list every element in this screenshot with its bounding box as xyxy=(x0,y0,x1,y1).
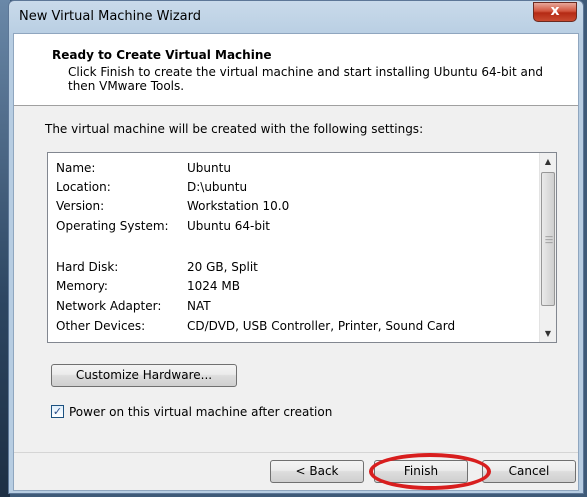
back-button[interactable]: < Back xyxy=(270,460,364,483)
title-bar: New Virtual Machine Wizard x xyxy=(9,1,583,33)
scroll-up-icon[interactable]: ▲ xyxy=(540,153,556,170)
settings-value: NAT xyxy=(187,299,211,313)
settings-key: Other Devices: xyxy=(56,319,146,333)
wizard-window: New Virtual Machine Wizard x Ready to Cr… xyxy=(8,0,584,494)
settings-key: Location: xyxy=(56,180,111,194)
settings-key: Hard Disk: xyxy=(56,260,119,274)
scroll-down-icon[interactable]: ▼ xyxy=(540,325,556,342)
wizard-client-area: Ready to Create Virtual Machine Click Fi… xyxy=(13,33,579,491)
close-icon: x xyxy=(550,3,560,19)
scroll-thumb[interactable]: — — — xyxy=(541,172,555,306)
settings-value: Ubuntu 64-bit xyxy=(187,219,270,233)
settings-value: Ubuntu xyxy=(187,161,231,175)
wizard-header: Ready to Create Virtual Machine Click Fi… xyxy=(14,34,578,106)
settings-key: Memory: xyxy=(56,279,108,293)
settings-value: 20 GB, Split xyxy=(187,260,258,274)
settings-key: Operating System: xyxy=(56,219,169,233)
grip-icon: — — — xyxy=(545,232,553,247)
customize-hardware-button[interactable]: Customize Hardware... xyxy=(51,364,237,387)
page-subtitle: Click Finish to create the virtual machi… xyxy=(68,65,544,93)
settings-key: Network Adapter: xyxy=(56,299,162,313)
settings-listbox[interactable]: Name: Ubuntu Location: D:\ubuntu Version… xyxy=(47,152,557,343)
settings-value: Workstation 10.0 xyxy=(187,199,290,213)
power-on-checkbox[interactable]: ✓ xyxy=(51,405,64,418)
settings-intro: The virtual machine will be created with… xyxy=(45,122,424,136)
power-on-label[interactable]: Power on this virtual machine after crea… xyxy=(69,404,332,420)
settings-key: Name: xyxy=(56,161,96,175)
settings-scrollbar[interactable]: ▲ — — — ▼ xyxy=(539,153,556,342)
cancel-button[interactable]: Cancel xyxy=(482,460,576,483)
finish-button[interactable]: Finish xyxy=(374,460,468,483)
page-title: Ready to Create Virtual Machine xyxy=(52,48,272,62)
close-button[interactable]: x xyxy=(533,2,577,22)
settings-key: Version: xyxy=(56,199,105,213)
window-title: New Virtual Machine Wizard xyxy=(19,9,201,24)
settings-value: 1024 MB xyxy=(187,279,240,293)
settings-value: D:\ubuntu xyxy=(187,180,248,194)
settings-value: CD/DVD, USB Controller, Printer, Sound C… xyxy=(187,319,456,333)
button-bar-divider xyxy=(14,452,578,453)
